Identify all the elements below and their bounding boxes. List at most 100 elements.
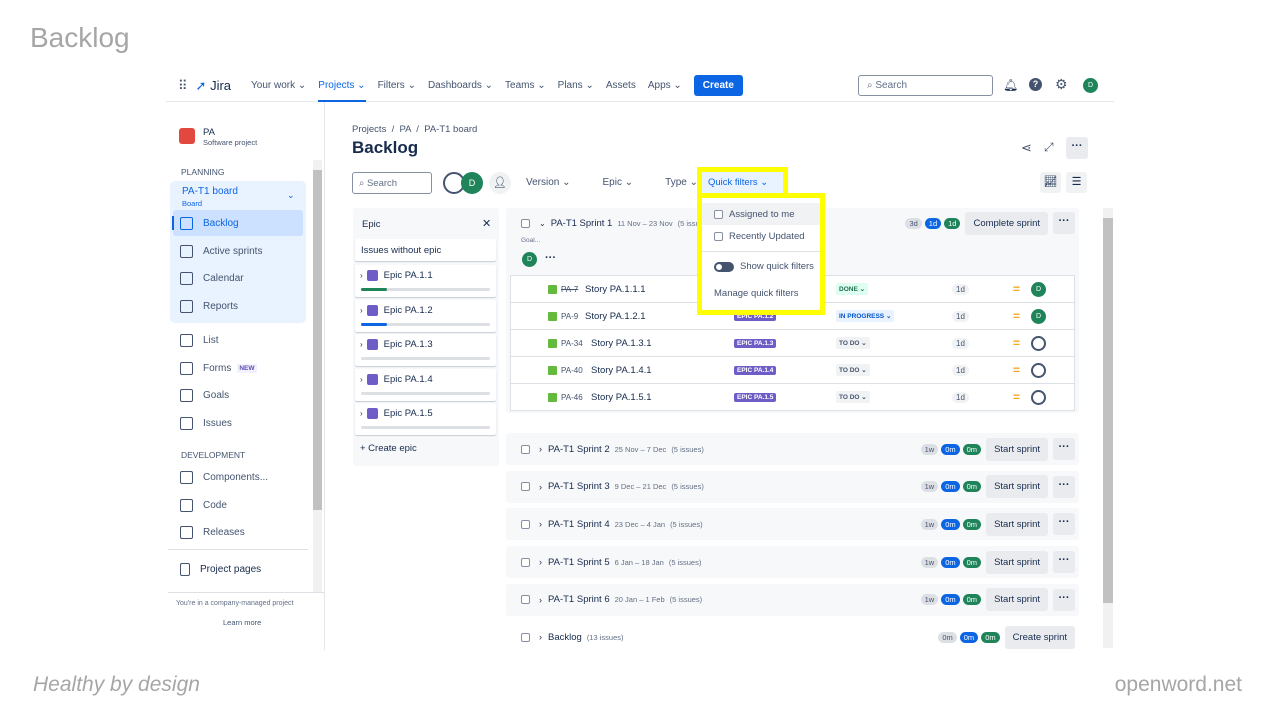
checkbox[interactable] bbox=[521, 595, 530, 605]
collapse-chevron-icon[interactable]: ⌄ bbox=[539, 219, 546, 228]
create-epic-button[interactable]: + Create epic bbox=[360, 443, 417, 454]
sprint-row[interactable]: › PA-T1 Sprint 5 6 Jan – 18 Jan (5 issue… bbox=[506, 546, 1079, 579]
sidebar-item[interactable]: Code bbox=[180, 498, 227, 512]
checkbox[interactable] bbox=[521, 632, 530, 642]
filter-assigned-to-me[interactable]: Assigned to me bbox=[714, 209, 794, 220]
checkbox[interactable] bbox=[521, 557, 530, 567]
sprint-more-button[interactable]: ··· bbox=[1053, 588, 1075, 611]
backlog-section[interactable]: › Backlog (13 issues) 0m 0m 0m Create sp… bbox=[506, 621, 1079, 653]
sidebar-item-project-pages[interactable]: Project pages bbox=[180, 563, 261, 576]
sprint-checkbox[interactable] bbox=[521, 218, 530, 228]
checkbox[interactable] bbox=[521, 519, 530, 529]
user-avatar-filter[interactable]: D bbox=[461, 172, 483, 194]
breadcrumb-board[interactable]: PA-T1 board bbox=[424, 124, 477, 135]
user-avatar[interactable]: D bbox=[1083, 78, 1098, 93]
nav-item[interactable]: Plans ⌄ bbox=[558, 70, 594, 102]
expand-chevron-icon[interactable]: › bbox=[539, 444, 542, 454]
status-dropdown[interactable]: TO DO ⌄ bbox=[836, 391, 870, 403]
sprint-row[interactable]: › PA-T1 Sprint 3 9 Dec – 21 Dec (5 issue… bbox=[506, 470, 1079, 503]
close-icon[interactable]: ✕ bbox=[482, 217, 491, 230]
type-filter[interactable]: Type ⌄ bbox=[665, 177, 698, 188]
notifications-icon[interactable]: 🔔︎ bbox=[1003, 78, 1018, 92]
sidebar-item[interactable]: List bbox=[180, 334, 219, 347]
main-scrollbar[interactable] bbox=[1103, 208, 1113, 648]
checkbox[interactable] bbox=[521, 444, 530, 454]
unassigned-avatar[interactable] bbox=[1031, 335, 1046, 351]
unassigned-avatar[interactable] bbox=[1031, 389, 1046, 405]
issue-row[interactable]: PA-34 Story PA.1.3.1 EPIC PA.1.3 TO DO ⌄… bbox=[511, 330, 1074, 357]
show-quick-filters-toggle[interactable]: Show quick filters bbox=[714, 261, 814, 272]
epic-filter[interactable]: Epic ⌄ bbox=[603, 177, 634, 188]
sprint-more-button[interactable]: ··· bbox=[1053, 475, 1075, 498]
toggle-off-icon[interactable] bbox=[714, 261, 734, 272]
start-sprint-button[interactable]: Start sprint bbox=[986, 550, 1048, 574]
version-filter[interactable]: Version ⌄ bbox=[526, 177, 571, 188]
estimate[interactable]: 1d bbox=[952, 337, 969, 349]
start-sprint-button[interactable]: Start sprint bbox=[986, 512, 1048, 536]
expand-chevron-icon[interactable]: › bbox=[539, 557, 542, 567]
sprint-goal[interactable]: Goal... bbox=[521, 237, 540, 244]
sprint-more-button[interactable]: ··· bbox=[1053, 212, 1075, 234]
nav-item[interactable]: Assets bbox=[606, 70, 636, 102]
more-icon[interactable]: ··· bbox=[545, 252, 556, 264]
more-actions-button[interactable]: ··· bbox=[1066, 137, 1088, 159]
checkbox[interactable] bbox=[714, 210, 723, 219]
unassigned-avatar[interactable] bbox=[1031, 362, 1046, 378]
nav-item[interactable]: Your work ⌄ bbox=[251, 70, 306, 102]
sidebar-scrollbar[interactable] bbox=[313, 160, 322, 592]
status-dropdown[interactable]: TO DO ⌄ bbox=[836, 337, 870, 349]
expand-chevron-icon[interactable]: › bbox=[539, 595, 542, 605]
settings-icon[interactable]: ⚙ bbox=[1055, 76, 1068, 93]
assignee-avatar[interactable]: D bbox=[1031, 281, 1046, 297]
issue-row[interactable]: PA-40 Story PA.1.4.1 EPIC PA.1.4 TO DO ⌄… bbox=[511, 357, 1074, 384]
estimate[interactable]: 1d bbox=[952, 310, 969, 322]
status-dropdown[interactable]: DONE ⌄ bbox=[836, 283, 869, 295]
sidebar-item[interactable]: Calendar bbox=[180, 272, 244, 285]
sidebar-item[interactable]: Active sprints bbox=[180, 244, 262, 258]
start-sprint-button[interactable]: Start sprint bbox=[986, 588, 1048, 612]
breadcrumb-projects[interactable]: Projects bbox=[352, 124, 386, 135]
sprint-more-button[interactable]: ··· bbox=[1053, 513, 1075, 536]
status-dropdown[interactable]: IN PROGRESS ⌄ bbox=[836, 310, 895, 322]
expand-chevron-icon[interactable]: › bbox=[360, 375, 363, 384]
sidebar-item[interactable]: Backlog bbox=[180, 217, 239, 230]
expand-chevron-icon[interactable]: › bbox=[539, 482, 542, 492]
issue-key[interactable]: PA-7 bbox=[561, 285, 578, 294]
quick-filters-button[interactable]: Quick filters ⌄ bbox=[708, 177, 768, 188]
expand-chevron-icon[interactable]: › bbox=[360, 306, 363, 315]
estimate[interactable]: 1d bbox=[952, 391, 969, 403]
learn-more-link[interactable]: Learn more bbox=[223, 618, 261, 627]
assignee-avatar[interactable]: D bbox=[1031, 308, 1046, 324]
estimate[interactable]: 1d bbox=[952, 283, 969, 295]
sidebar-item[interactable]: Goals bbox=[180, 389, 229, 402]
start-sprint-button[interactable]: Start sprint bbox=[986, 437, 1048, 461]
checkbox[interactable] bbox=[714, 232, 723, 241]
sidebar-item[interactable]: Issues bbox=[180, 416, 232, 430]
help-icon[interactable]: ? bbox=[1029, 78, 1042, 91]
expand-chevron-icon[interactable]: › bbox=[360, 340, 363, 349]
sprint-more-button[interactable]: ··· bbox=[1053, 438, 1075, 460]
status-dropdown[interactable]: TO DO ⌄ bbox=[836, 364, 870, 376]
nav-item[interactable]: Projects ⌄ bbox=[318, 70, 366, 102]
chevron-down-icon[interactable]: ⌄ bbox=[287, 190, 295, 201]
share-icon[interactable]: ⋖ bbox=[1021, 140, 1032, 156]
insights-icon[interactable]: 📈︎ bbox=[1040, 172, 1061, 193]
epic-card[interactable]: › Epic PA.1.2 bbox=[355, 299, 496, 332]
epic-card[interactable]: › Epic PA.1.5 bbox=[355, 403, 496, 435]
nav-item[interactable]: Teams ⌄ bbox=[505, 70, 546, 102]
epic-card[interactable]: › Epic PA.1.3 bbox=[355, 334, 496, 366]
create-sprint-button[interactable]: Create sprint bbox=[1004, 625, 1075, 649]
backlog-search-input[interactable]: ⌕ Search bbox=[352, 172, 432, 194]
app-switcher-icon[interactable]: ⠿ bbox=[178, 78, 188, 94]
issue-row[interactable]: PA-46 Story PA.1.5.1 EPIC PA.1.5 TO DO ⌄… bbox=[511, 384, 1074, 411]
issue-key[interactable]: PA-40 bbox=[561, 366, 583, 375]
board-selector[interactable]: PA-T1 board bbox=[182, 186, 238, 197]
expand-chevron-icon[interactable]: › bbox=[539, 632, 542, 642]
start-sprint-button[interactable]: Start sprint bbox=[986, 475, 1048, 499]
sprint-row[interactable]: › PA-T1 Sprint 4 23 Dec – 4 Jan (5 issue… bbox=[506, 508, 1079, 541]
sidebar-item[interactable]: Reports bbox=[180, 299, 238, 313]
add-people-icon[interactable]: 👤︎ bbox=[489, 172, 511, 194]
sidebar-item[interactable]: Components... bbox=[180, 471, 268, 484]
epic-card[interactable]: › Epic PA.1.4 bbox=[355, 368, 496, 401]
nav-item[interactable]: Dashboards ⌄ bbox=[428, 70, 493, 102]
